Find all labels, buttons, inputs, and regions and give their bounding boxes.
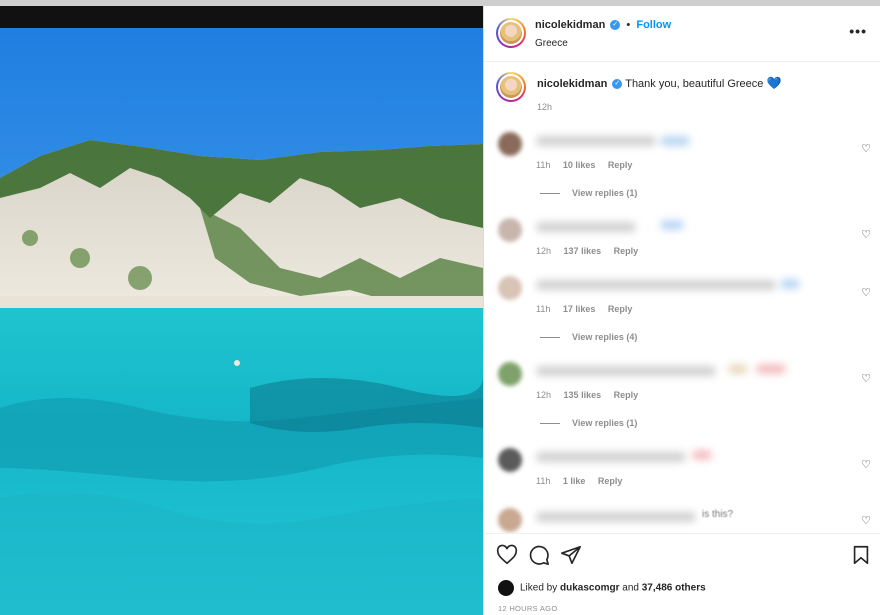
post-timestamp[interactable]: 12 HOURS AGO bbox=[498, 604, 557, 613]
partial-comment-text: is this? bbox=[702, 509, 734, 520]
blue-heart-icon: 💙 bbox=[766, 76, 782, 90]
blurred-emoji bbox=[660, 220, 684, 230]
caption-avatar[interactable] bbox=[496, 72, 526, 102]
comment-like-icon[interactable]: ♡ bbox=[861, 142, 871, 155]
view-replies-button[interactable]: View replies (1) bbox=[540, 418, 637, 428]
comment-like-icon[interactable]: ♡ bbox=[861, 372, 871, 385]
verified-badge-icon: ✓ bbox=[610, 20, 621, 31]
comment-time[interactable]: 11h bbox=[536, 476, 550, 486]
blurred-emoji bbox=[728, 364, 748, 374]
comment-time[interactable]: 11h bbox=[536, 160, 550, 170]
reply-button[interactable]: Reply bbox=[608, 304, 633, 314]
blurred-comment-text bbox=[536, 512, 696, 522]
comment-likes[interactable]: 135 likes bbox=[564, 390, 602, 400]
heart-outline-icon[interactable] bbox=[496, 544, 518, 566]
comment-bubble-icon[interactable] bbox=[528, 544, 550, 566]
verified-badge-icon: ✓ bbox=[612, 79, 623, 90]
view-replies-label: View replies (1) bbox=[572, 188, 638, 198]
more-options-icon[interactable]: ••• bbox=[849, 23, 867, 39]
author-avatar[interactable] bbox=[496, 18, 526, 48]
commenter-avatar[interactable] bbox=[498, 218, 522, 242]
comment-like-icon[interactable]: ♡ bbox=[861, 286, 871, 299]
blurred-emoji bbox=[692, 450, 712, 460]
comment-time[interactable]: 12h bbox=[536, 246, 551, 256]
replies-divider bbox=[540, 193, 560, 195]
comment-like-icon[interactable]: ♡ bbox=[861, 458, 871, 471]
comment-like-icon[interactable]: ♡ bbox=[861, 514, 871, 527]
commenter-avatar[interactable] bbox=[498, 132, 522, 156]
reply-button[interactable]: Reply bbox=[598, 476, 623, 486]
view-replies-label: View replies (4) bbox=[572, 332, 638, 342]
caption-username[interactable]: nicolekidman bbox=[537, 78, 607, 90]
comment-like-icon[interactable]: ♡ bbox=[861, 228, 871, 241]
blurred-comment-text bbox=[536, 136, 656, 146]
blurred-emoji bbox=[756, 364, 786, 374]
likes-count[interactable]: 37,486 others bbox=[642, 583, 706, 594]
replies-divider bbox=[540, 423, 560, 425]
comment-likes[interactable]: 1 like bbox=[563, 476, 586, 486]
blurred-emoji bbox=[660, 136, 690, 146]
post-location[interactable]: Greece bbox=[535, 38, 568, 49]
comment-time[interactable]: 11h bbox=[536, 304, 550, 314]
view-replies-button[interactable]: View replies (1) bbox=[540, 188, 637, 198]
author-username[interactable]: nicolekidman bbox=[535, 19, 605, 31]
blurred-comment-text bbox=[536, 366, 716, 376]
commenter-avatar[interactable] bbox=[498, 276, 522, 300]
comment-meta: 11h 1 like Reply bbox=[536, 476, 632, 486]
liked-by-and: and bbox=[622, 582, 639, 594]
post-side-panel: nicolekidman ✓ • Follow Greece ••• nicol… bbox=[483, 6, 880, 615]
reply-button[interactable]: Reply bbox=[614, 246, 639, 256]
comment-meta: 12h 137 likes Reply bbox=[536, 246, 648, 256]
commenter-avatar[interactable] bbox=[498, 508, 522, 532]
commenter-avatar[interactable] bbox=[498, 448, 522, 472]
liker-avatar[interactable] bbox=[498, 580, 514, 596]
liker-username[interactable]: dukascomgr bbox=[560, 583, 619, 594]
author-line: nicolekidman ✓ • Follow bbox=[535, 19, 671, 31]
caption-text: Thank you, beautiful Greece bbox=[625, 78, 764, 90]
blurred-comment-text bbox=[536, 452, 686, 462]
blurred-comment-text bbox=[536, 280, 776, 290]
post-header: nicolekidman ✓ • Follow Greece ••• bbox=[484, 6, 880, 62]
caption-line: nicolekidman ✓ Thank you, beautiful Gree… bbox=[537, 76, 781, 90]
comment-likes[interactable]: 10 likes bbox=[563, 160, 596, 170]
follow-button[interactable]: Follow bbox=[636, 19, 671, 31]
comment-meta: 12h 135 likes Reply bbox=[536, 390, 648, 400]
paper-plane-icon[interactable] bbox=[560, 544, 582, 566]
comment-likes[interactable]: 17 likes bbox=[563, 304, 596, 314]
replies-divider bbox=[540, 337, 560, 339]
comment-likes[interactable]: 137 likes bbox=[564, 246, 602, 256]
comment-time[interactable]: 12h bbox=[536, 390, 551, 400]
reply-button[interactable]: Reply bbox=[608, 160, 633, 170]
bookmark-icon[interactable] bbox=[850, 544, 872, 566]
blurred-emoji bbox=[780, 279, 800, 289]
view-replies-button[interactable]: View replies (4) bbox=[540, 332, 637, 342]
reply-button[interactable]: Reply bbox=[614, 390, 639, 400]
separator-dot: • bbox=[626, 19, 631, 31]
post-actions: Liked by dukascomgr and 37,486 others 12… bbox=[484, 533, 880, 615]
liked-by-line: Liked by dukascomgr and 37,486 others bbox=[498, 580, 706, 596]
blurred-comment-text bbox=[536, 222, 636, 232]
post-image[interactable] bbox=[0, 28, 483, 615]
liked-by-prefix: Liked by bbox=[520, 582, 558, 594]
comment-meta: 11h 17 likes Reply bbox=[536, 304, 642, 314]
caption-time[interactable]: 12h bbox=[537, 102, 552, 112]
commenter-avatar[interactable] bbox=[498, 362, 522, 386]
view-replies-label: View replies (1) bbox=[572, 418, 638, 428]
comment-meta: 11h 10 likes Reply bbox=[536, 160, 642, 170]
greece-coast-photo bbox=[0, 28, 483, 615]
